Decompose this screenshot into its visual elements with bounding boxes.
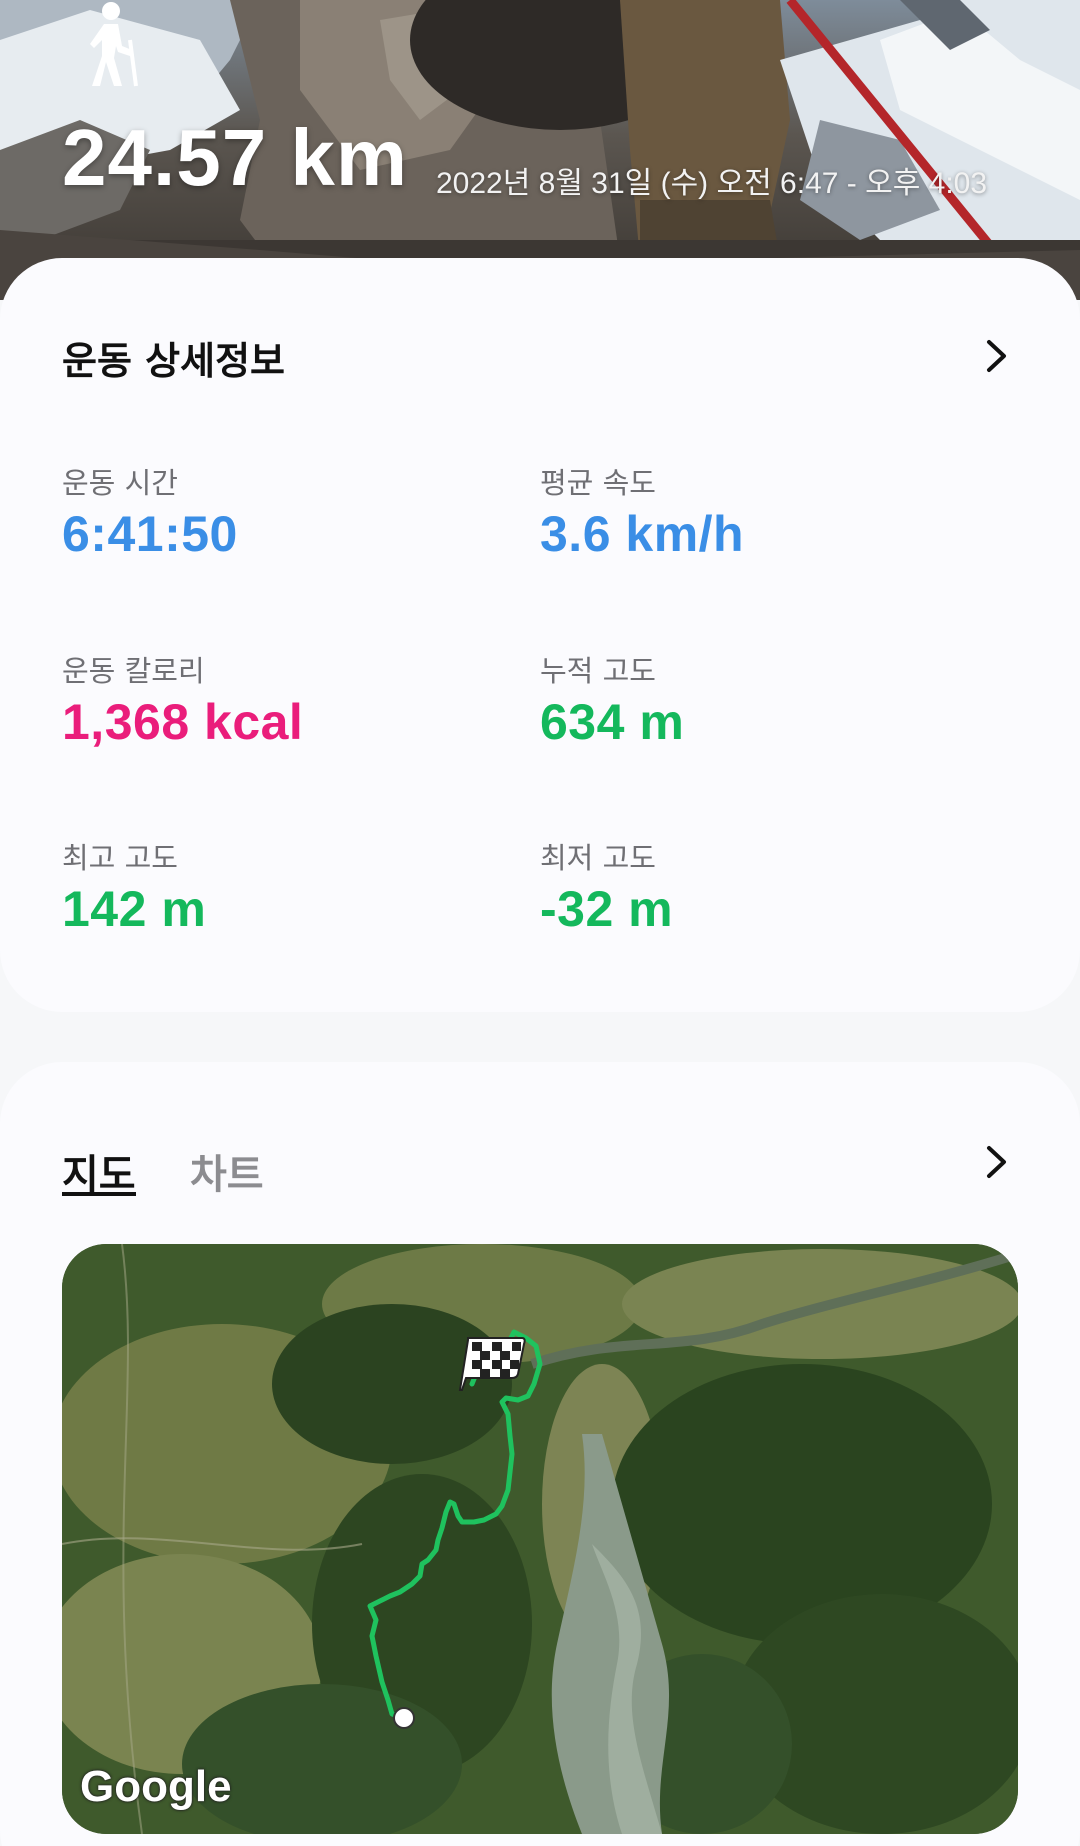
avg-speed-label: 평균 속도: [540, 466, 656, 500]
tab-selected-indicator: [62, 1192, 136, 1196]
hero-banner: 24.57 km 2022년 8월 31일 (수) 오전 6:47 - 오후 4…: [0, 0, 1080, 300]
max-altitude-label: 최고 고도: [62, 841, 178, 875]
google-attribution-logo: Google: [80, 1762, 232, 1811]
tab-chart[interactable]: 차트: [190, 1142, 264, 1200]
satellite-map-image: [62, 1244, 1018, 1834]
details-title: 운동 상세정보: [62, 339, 285, 383]
calories-value: 1,368 kcal: [62, 694, 304, 750]
chevron-right-icon[interactable]: [976, 1142, 1016, 1182]
chevron-right-icon[interactable]: [976, 336, 1016, 376]
workout-detail-screen: 24.57 km 2022년 8월 31일 (수) 오전 6:47 - 오후 4…: [0, 0, 1080, 1846]
workout-datetime: 2022년 8월 31일 (수) 오전 6:47 - 오후 4:03: [436, 167, 988, 200]
min-altitude-value: -32 m: [540, 881, 674, 937]
elevation-gain-value: 634 m: [540, 694, 685, 750]
max-altitude-value: 142 m: [62, 881, 207, 937]
duration-value: 6:41:50: [62, 506, 238, 562]
calories-label: 운동 칼로리: [62, 654, 205, 688]
start-point-icon: [393, 1707, 415, 1729]
hiking-icon: [90, 2, 138, 87]
elevation-gain-label: 누적 고도: [540, 654, 656, 688]
min-altitude-label: 최저 고도: [540, 841, 656, 875]
duration-label: 운동 시간: [62, 466, 178, 500]
total-distance: 24.57 km: [62, 113, 409, 202]
avg-speed-value: 3.6 km/h: [540, 506, 745, 562]
route-map[interactable]: Google: [62, 1244, 1018, 1834]
